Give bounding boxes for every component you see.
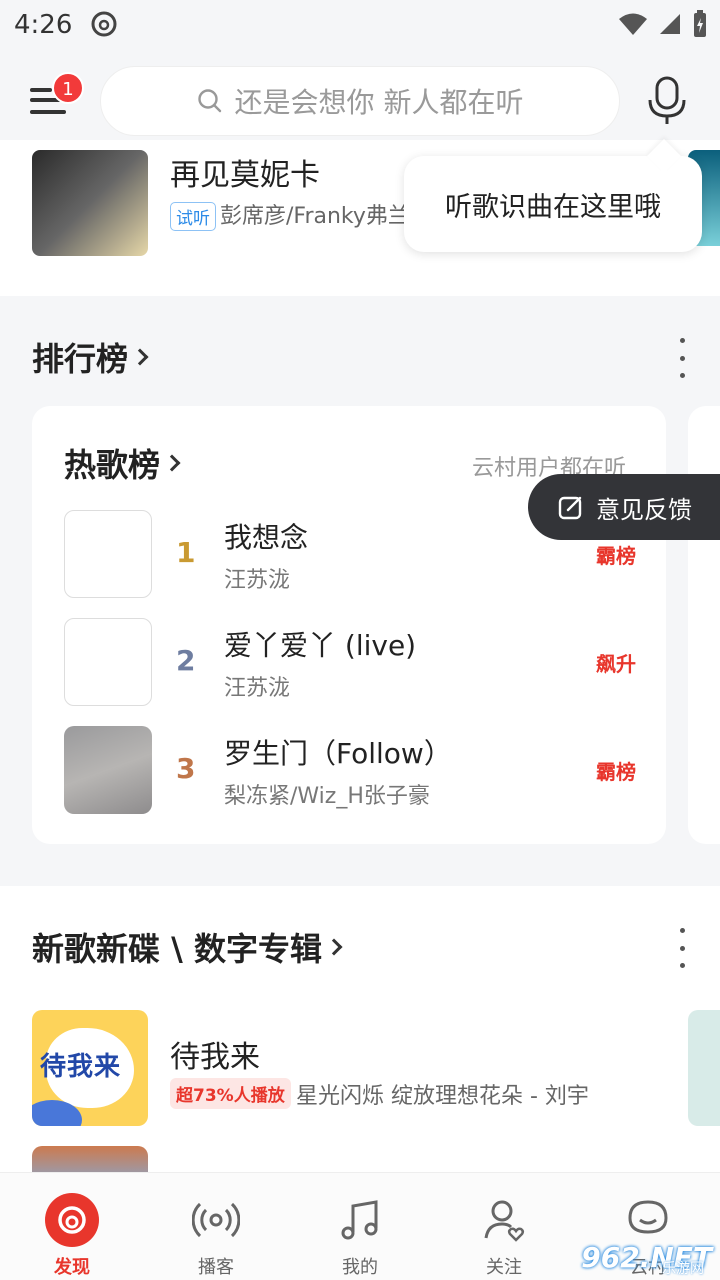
song-status-tag: 霸榜 [596,544,636,568]
music-note-icon [333,1193,387,1247]
chevron-right-icon [163,454,181,472]
status-icons [618,10,708,38]
battery-icon [694,10,706,37]
watermark-subtext: 乐游网 [662,1261,704,1277]
nav-label: 我的 [342,1257,378,1278]
song-rank: 3 [176,752,196,785]
section-title-text: 排行榜 [32,340,129,378]
song-cover [64,510,152,598]
section-title-new-releases[interactable]: 新歌新碟 \ 数字专辑 [32,924,343,970]
section-title-charts[interactable]: 排行榜 [32,334,149,380]
more-options-icon[interactable] [678,928,686,968]
album-description: 星光闪烁 绽放理想花朵 - 刘宇 [296,1084,589,1109]
netease-music-icon [45,1193,99,1247]
song-recognition-tooltip[interactable]: 听歌识曲在这里哦 [404,156,702,252]
song-cover [64,618,152,706]
song-title: 爱丫爱丫 (live) [224,629,417,662]
nav-item-discover[interactable]: 发现 [0,1173,144,1280]
next-chart-card-peek[interactable] [688,406,720,844]
netease-status-icon [91,11,117,37]
chevron-right-icon [325,938,343,956]
album-art-text: 待我来 [40,1052,122,1082]
song-artist: 汪苏泷 [224,676,291,701]
song-status-tag: 霸榜 [596,760,636,784]
menu-line [30,88,52,92]
edit-icon [558,496,582,520]
chart-song-row[interactable]: 3 罗生门（Follow） 梨冻紧/Wiz_H张子豪 霸榜 [64,726,654,816]
menu-line [30,110,66,114]
song-title: 再见莫妮卡 [170,158,320,193]
song-rank: 2 [176,644,196,677]
section-title-text: 新歌新碟 \ 数字专辑 [32,930,322,968]
song-artist: 汪苏泷 [224,568,291,593]
follow-user-icon [477,1193,531,1247]
notification-badge: 1 [52,72,84,104]
nav-item-follow[interactable]: 关注 [432,1173,576,1280]
status-time: 4:26 [14,10,73,40]
song-cover [32,150,148,256]
next-album-peek[interactable] [688,1010,720,1126]
microphone-icon[interactable] [644,76,690,126]
song-rank: 1 [176,536,196,569]
new-releases-section: 新歌新碟 \ 数字专辑 待我来 待我来 超73%人播放 星光闪烁 绽放理想花朵 … [0,886,720,1186]
search-icon [197,89,221,113]
hot-songs-card[interactable]: 热歌榜 云村用户都在听 1 我想念 汪苏泷 霸榜 2 爱丫爱丫 (live) 汪… [32,406,666,844]
nav-item-mine[interactable]: 我的 [288,1173,432,1280]
album-title: 待我来 [170,1040,260,1075]
nav-label: 发现 [54,1257,90,1278]
feedback-label: 意见反馈 [596,495,692,524]
song-title: 罗生门（Follow） [224,737,452,770]
signal-icon [660,14,680,34]
song-cover [64,726,152,814]
preview-tag: 试听 [170,202,216,231]
nav-item-podcast[interactable]: 播客 [144,1173,288,1280]
podcast-icon [189,1193,243,1247]
chart-song-row[interactable]: 2 爱丫爱丫 (live) 汪苏泷 飙升 [64,618,654,708]
chevron-right-icon [131,348,149,366]
wifi-icon [619,13,647,35]
song-title: 我想念 [224,521,309,554]
community-icon [621,1193,675,1247]
header: 1 还是会想你 新人都在听 [0,60,720,140]
song-artist: 梨冻紧/Wiz_H张子豪 [224,784,430,809]
song-artist: 彭席彦/Franky弗兰 [220,204,410,229]
chart-section: 排行榜 热歌榜 云村用户都在听 1 我想念 汪苏泷 霸榜 2 爱丫爱丫 (liv… [0,296,720,886]
album-cover[interactable]: 待我来 [32,1010,148,1126]
song-status-tag: 飙升 [596,652,636,676]
status-bar: 4:26 [0,0,720,52]
nav-label: 播客 [198,1257,234,1278]
search-input[interactable]: 还是会想你 新人都在听 [100,66,620,136]
card-title[interactable]: 热歌榜 [64,440,181,486]
feedback-button[interactable]: 意见反馈 [528,474,720,540]
hot-tag: 超73%人播放 [170,1078,291,1109]
nav-label: 关注 [486,1257,522,1278]
more-options-icon[interactable] [678,338,686,378]
search-placeholder: 还是会想你 新人都在听 [234,86,524,119]
card-title-text: 热歌榜 [64,446,161,484]
